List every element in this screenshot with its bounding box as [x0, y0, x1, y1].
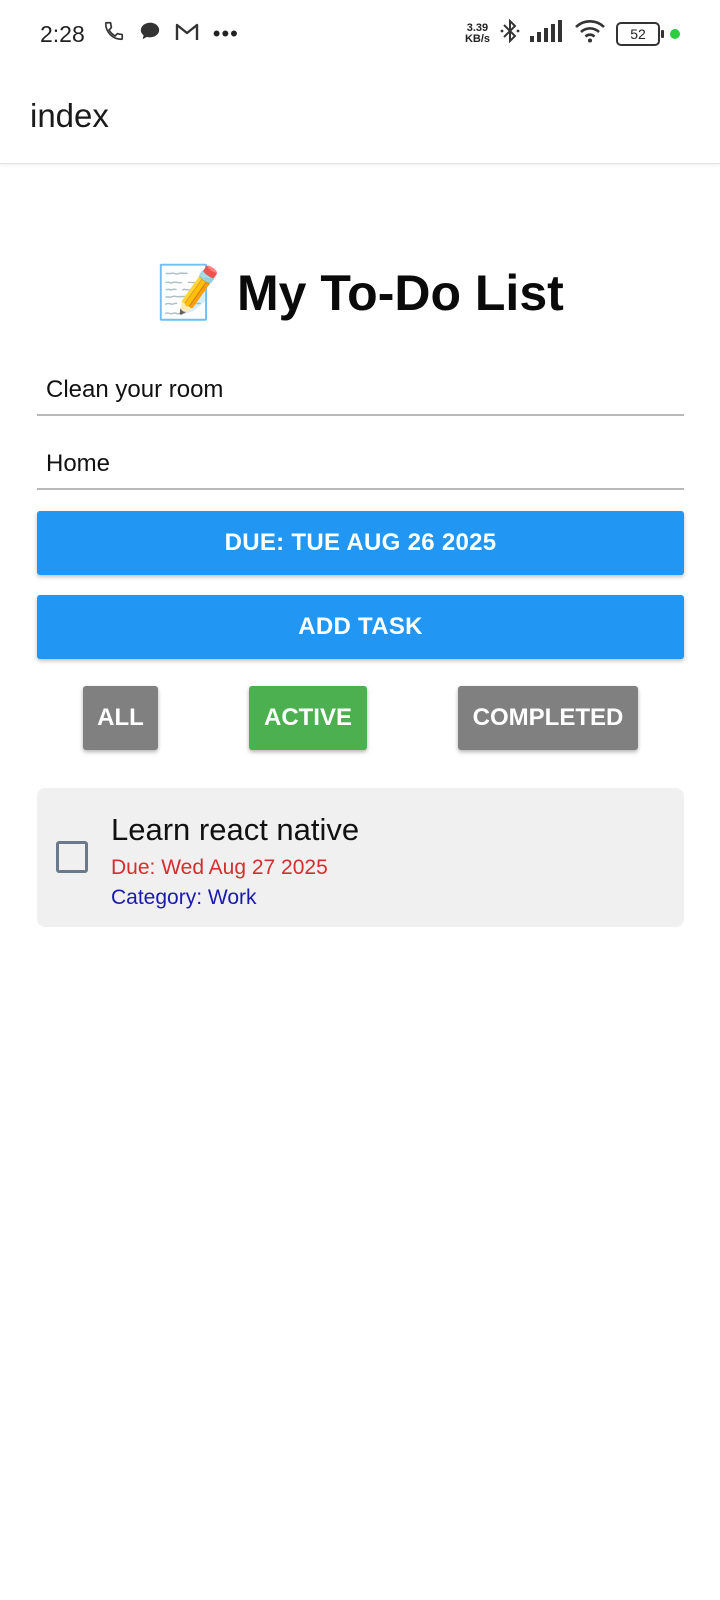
network-speed-unit: KB/s — [464, 33, 490, 45]
phone-icon — [103, 20, 125, 48]
todo-title-row: 📝 My To-Do List — [0, 258, 720, 328]
privacy-indicator-dot — [670, 29, 680, 39]
status-time: 2:28 — [40, 20, 85, 47]
todo-title: My To-Do List — [236, 265, 564, 321]
more-dots-icon: ••• — [212, 21, 239, 46]
signal-icon — [530, 20, 564, 48]
task-item: Learn react native Due: Wed Aug 27 2025 … — [37, 788, 684, 927]
task-checkbox[interactable] — [56, 841, 88, 873]
battery-icon: 52 — [616, 22, 664, 46]
gmail-icon — [175, 21, 199, 48]
add-task-button[interactable]: ADD TASK — [37, 595, 684, 659]
task-input[interactable] — [37, 366, 684, 416]
wifi-icon — [574, 19, 606, 49]
app-header: index — [0, 68, 720, 164]
status-left: 2:28 ••• — [40, 20, 239, 48]
chat-bubble-icon — [139, 20, 161, 48]
battery-level: 52 — [630, 26, 646, 42]
filter-all-button[interactable]: ALL — [83, 686, 158, 750]
due-date-button[interactable]: DUE: TUE AUG 26 2025 — [37, 511, 684, 575]
memo-icon: 📝 — [156, 264, 221, 322]
task-title: Learn react native — [111, 812, 360, 847]
task-category: Category: Work — [111, 886, 257, 909]
task-due-date: Due: Wed Aug 27 2025 — [111, 856, 328, 879]
status-right: 3.39 KB/s 52 — [465, 18, 680, 50]
filter-active-button[interactable]: ACTIVE — [249, 686, 367, 750]
status-bar: 2:28 ••• 3.39 KB/s 52 — [0, 0, 720, 68]
category-input[interactable] — [37, 440, 684, 490]
page-title: index — [30, 96, 109, 134]
filter-completed-button[interactable]: COMPLETED — [458, 686, 638, 750]
bluetooth-icon — [500, 18, 520, 50]
network-speed: 3.39 KB/s — [465, 23, 490, 45]
